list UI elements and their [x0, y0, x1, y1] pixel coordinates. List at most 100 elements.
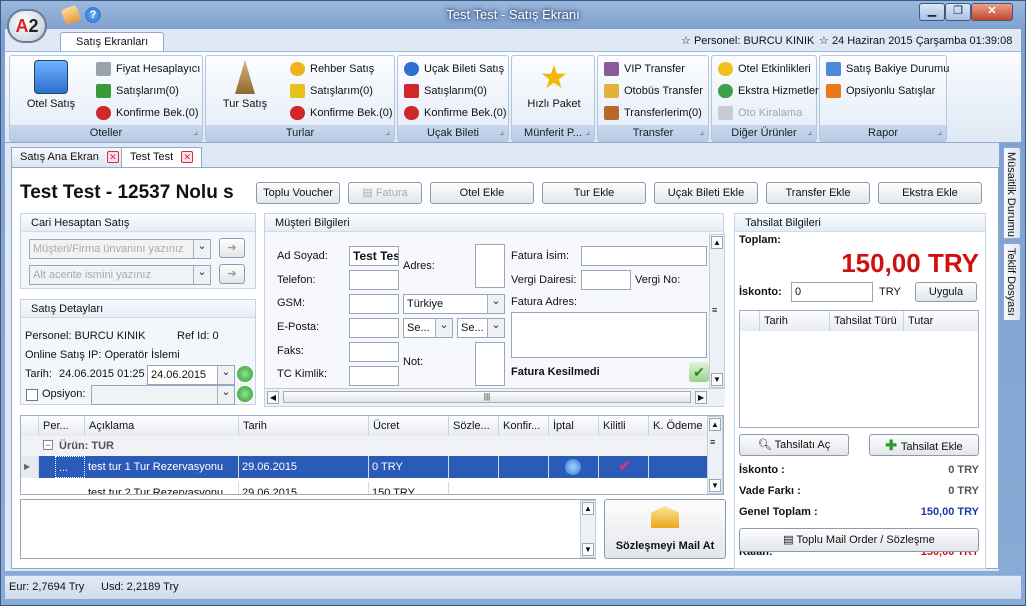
scroll-down-icon[interactable]: ▼: [709, 479, 721, 492]
scroll-down-icon[interactable]: ▼: [582, 543, 594, 556]
uygula-button[interactable]: Uygula: [915, 282, 977, 302]
scroll-thumb[interactable]: |||: [283, 391, 691, 403]
otel-satislarim-button[interactable]: Satışlarım(0): [96, 82, 179, 100]
musteri-hscrollbar[interactable]: ◀ ||| ▶: [265, 388, 725, 406]
faks-input[interactable]: [349, 342, 399, 362]
close-button[interactable]: ✕: [971, 3, 1013, 21]
telefon-input[interactable]: [349, 270, 399, 290]
scroll-right-icon[interactable]: ▶: [695, 391, 707, 404]
eposta-input[interactable]: [349, 318, 399, 338]
table-row[interactable]: ▶ ... test tur 1 Tur Rezervasyonu 29.06.…: [21, 456, 709, 478]
ucak-bileti-satis-button[interactable]: Uçak Bileti Satış: [404, 60, 504, 78]
ilce-select[interactable]: Se...: [457, 318, 505, 338]
refresh-icon[interactable]: [237, 366, 253, 382]
ucak-bileti-ekle-button[interactable]: Uçak Bileti Ekle: [654, 182, 758, 204]
col-iptal[interactable]: İptal: [549, 416, 599, 436]
ucak-konfirme-button[interactable]: Konfirme Bek.(0): [404, 104, 507, 122]
ucak-satislarim-button[interactable]: Satışlarım(0): [404, 82, 487, 100]
tab-test-test[interactable]: Test Test ✕: [121, 147, 203, 168]
ad-soyad-input[interactable]: Test Tes: [349, 246, 399, 266]
col-aciklama[interactable]: Açıklama: [85, 416, 239, 436]
opsiyon-checkbox[interactable]: [26, 389, 38, 401]
tur-konfirme-button[interactable]: Konfirme Bek.(0): [290, 104, 393, 122]
musteri-vscrollbar[interactable]: ▲ ≡ ▼: [709, 234, 725, 388]
col-k-odeme[interactable]: K. Ödeme: [649, 416, 709, 436]
firm-select[interactable]: Müşteri/Firma ünvanını yazınız: [29, 239, 211, 259]
ulke-select[interactable]: Türkiye: [403, 294, 505, 314]
tur-satis-button[interactable]: Tur Satış: [214, 60, 276, 110]
otel-satis-button[interactable]: Otel Satış: [18, 60, 84, 110]
vergi-dairesi-input[interactable]: [581, 270, 631, 290]
collapse-icon[interactable]: −: [43, 440, 53, 450]
globe-icon[interactable]: [565, 459, 581, 475]
tc-input[interactable]: [349, 366, 399, 386]
toplu-mail-order-button[interactable]: ▤ Toplu Mail Order / Sözleşme: [739, 528, 979, 552]
toplu-voucher-button[interactable]: Toplu Voucher: [256, 182, 340, 204]
tahsilat-ac-button[interactable]: 🔍︎ Tahsilatı Aç: [739, 434, 849, 456]
grid-vscrollbar[interactable]: ▲ ≡ ▼: [707, 416, 723, 494]
close-tab-icon[interactable]: ✕: [181, 151, 194, 164]
scroll-up-icon[interactable]: ▲: [582, 502, 594, 515]
col-ucret[interactable]: Ücret: [369, 416, 449, 436]
col-per[interactable]: Per...: [39, 416, 85, 436]
scroll-up-icon[interactable]: ▲: [709, 418, 721, 431]
check-pink-icon[interactable]: ✔: [599, 456, 649, 478]
ekstra-hizmetler-button[interactable]: Ekstra Hizmetler: [718, 82, 819, 100]
otel-ekle-button[interactable]: Otel Ekle: [430, 182, 534, 204]
tur-satislarim-button[interactable]: Satışlarım(0): [290, 82, 373, 100]
col-tarih[interactable]: Tarih: [239, 416, 369, 436]
date-picker[interactable]: 24.06.2015: [147, 365, 235, 385]
rehber-satis-button[interactable]: Rehber Satış: [290, 60, 374, 78]
adres-textarea[interactable]: [475, 244, 505, 288]
tahsilat-ekle-button[interactable]: ✚ Tahsilat Ekle: [869, 434, 979, 456]
scroll-up-icon[interactable]: ▲: [711, 236, 723, 249]
fatura-isim-input[interactable]: [581, 246, 707, 266]
otel-konfirme-button[interactable]: Konfirme Bek.(0): [96, 104, 199, 122]
maximize-button[interactable]: ❐: [945, 3, 971, 21]
iskonto-input[interactable]: 0: [791, 282, 873, 302]
arrow-right-icon[interactable]: ➔: [219, 238, 245, 258]
tab-satis-ekranlari[interactable]: Satış Ekranları: [60, 32, 165, 52]
scroll-thumb[interactable]: ≡: [712, 305, 717, 315]
sozlesme-mail-button[interactable]: Sözleşmeyi Mail At: [604, 499, 726, 559]
fatura-adres-textarea[interactable]: [511, 312, 707, 358]
col-tutar[interactable]: Tutar: [904, 311, 978, 331]
close-tab-icon[interactable]: ✕: [106, 151, 119, 164]
minimize-button[interactable]: ▁: [919, 3, 945, 21]
hizli-paket-button[interactable]: ★ Hızlı Paket: [518, 60, 590, 110]
notes-vscrollbar[interactable]: ▲ ▼: [580, 500, 596, 558]
per-cell[interactable]: ...: [55, 456, 85, 478]
otobus-transfer-button[interactable]: Otobüs Transfer: [604, 82, 703, 100]
opsiyon-select[interactable]: [91, 385, 235, 405]
notes-textarea[interactable]: [20, 499, 596, 559]
opsiyonlu-satislar-button[interactable]: Opsiyonlu Satışlar: [826, 82, 935, 100]
transferlerim-button[interactable]: Transferlerim(0): [604, 104, 702, 122]
not-textarea[interactable]: [475, 342, 505, 386]
fiyat-hesaplayici-button[interactable]: Fiyat Hesaplayıcı: [96, 60, 200, 78]
col-konfirme[interactable]: Konfir...: [499, 416, 549, 436]
ekstra-ekle-button[interactable]: Ekstra Ekle: [878, 182, 982, 204]
col-kilitli[interactable]: Kilitli: [599, 416, 649, 436]
transfer-ekle-button[interactable]: Transfer Ekle: [766, 182, 870, 204]
col-tarih[interactable]: Tarih: [760, 311, 830, 331]
col-sozlesme[interactable]: Sözle...: [449, 416, 499, 436]
il-select[interactable]: Se...: [403, 318, 453, 338]
agent-select[interactable]: Alt acente ismini yazınız: [29, 265, 211, 285]
check-icon[interactable]: ✔: [689, 362, 709, 382]
scroll-left-icon[interactable]: ◀: [267, 391, 279, 404]
col-tahsilat-turu[interactable]: Tahsilat Türü: [830, 311, 904, 331]
gsm-input[interactable]: [349, 294, 399, 314]
table-row[interactable]: test tur 2 Tur Rezervasyonu 29.06.2015 1…: [21, 478, 709, 494]
scroll-thumb[interactable]: ≡: [710, 437, 715, 447]
help-icon[interactable]: ?: [85, 7, 101, 23]
satis-bakiye-durumu-button[interactable]: Satış Bakiye Durumu: [826, 60, 949, 78]
tur-ekle-button[interactable]: Tur Ekle: [542, 182, 646, 204]
vip-transfer-button[interactable]: VIP Transfer: [604, 60, 685, 78]
side-tab-musaitlik[interactable]: Müsaitlik Durumu: [1003, 147, 1021, 239]
group-row-tur[interactable]: − Ürün: TUR: [21, 436, 709, 456]
otel-etkinlikleri-button[interactable]: Otel Etkinlikleri: [718, 60, 811, 78]
app-logo[interactable]: A2: [7, 9, 47, 43]
side-tab-teklif[interactable]: Teklif Dosyası: [1003, 243, 1021, 321]
refresh-icon[interactable]: [237, 386, 253, 402]
arrow-right-icon[interactable]: ➔: [219, 264, 245, 284]
